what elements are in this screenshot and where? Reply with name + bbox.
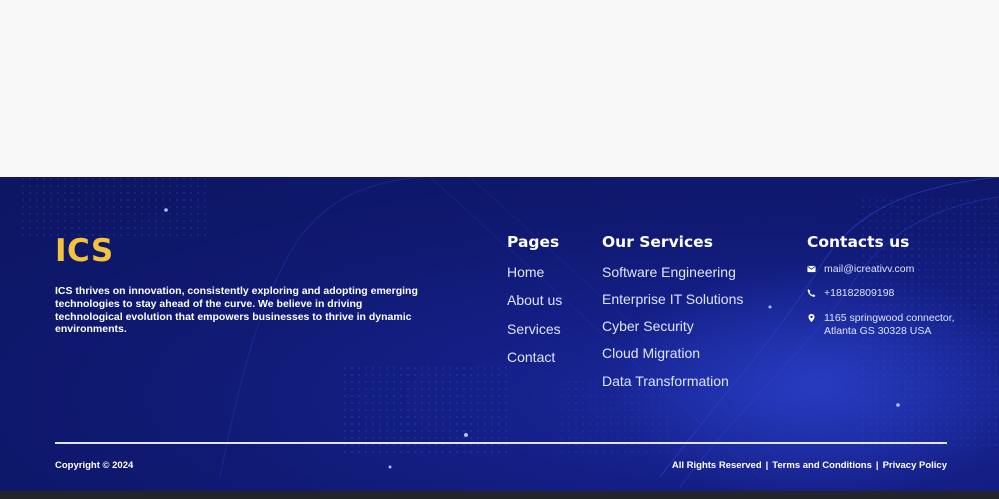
- footer-link-about[interactable]: About us: [507, 292, 562, 308]
- contact-address: 1165 springwood connector, Atlanta GS 30…: [807, 312, 955, 337]
- contact-address-text: 1165 springwood connector, Atlanta GS 30…: [824, 312, 955, 337]
- footer-divider: [55, 442, 947, 444]
- service-link-software-engineering[interactable]: Software Engineering: [602, 264, 736, 280]
- contact-phone-text: +18182809198: [824, 287, 895, 299]
- footer-link-contact[interactable]: Contact: [507, 349, 555, 365]
- about-text: ICS thrives on innovation, consistently …: [55, 285, 418, 336]
- address-line-2: Atlanta GS 30328 USA: [824, 324, 932, 337]
- legal-links: All Rights Reserved | Terms and Conditions…: [672, 460, 947, 471]
- contact-email-text: mail@icreativv.com: [824, 263, 915, 275]
- service-link-cyber-security[interactable]: Cyber Security: [602, 318, 694, 334]
- pages-heading: Pages: [507, 233, 560, 251]
- privacy-policy-link[interactable]: Privacy Policy: [883, 460, 947, 471]
- contacts-heading: Contacts us: [807, 233, 910, 251]
- site-footer: ICS ICS thrives on innovation, consisten…: [0, 177, 999, 491]
- location-pin-icon: [808, 313, 815, 323]
- service-link-cloud-migration[interactable]: Cloud Migration: [602, 345, 700, 361]
- address-line-1: 1165 springwood connector,: [824, 312, 955, 324]
- terms-link[interactable]: Terms and Conditions: [772, 460, 872, 471]
- brand-logo: ICS: [55, 233, 114, 269]
- footer-link-home[interactable]: Home: [507, 264, 544, 280]
- legal-separator: |: [875, 460, 879, 471]
- footer-link-services[interactable]: Services: [507, 321, 561, 337]
- page-bottom-strip: [0, 491, 999, 499]
- service-link-data-transformation[interactable]: Data Transformation: [602, 373, 729, 389]
- contact-email[interactable]: mail@icreativv.com: [807, 263, 914, 276]
- legal-separator: |: [765, 460, 769, 471]
- all-rights-reserved: All Rights Reserved: [671, 460, 762, 471]
- services-heading: Our Services: [602, 233, 713, 251]
- envelope-icon: [807, 265, 816, 273]
- copyright-text: Copyright © 2024: [55, 460, 134, 471]
- service-link-enterprise-it[interactable]: Enterprise IT Solutions: [602, 291, 743, 307]
- page-top-area: [0, 0, 999, 177]
- phone-icon: [807, 289, 816, 297]
- contact-phone[interactable]: +18182809198: [807, 287, 894, 300]
